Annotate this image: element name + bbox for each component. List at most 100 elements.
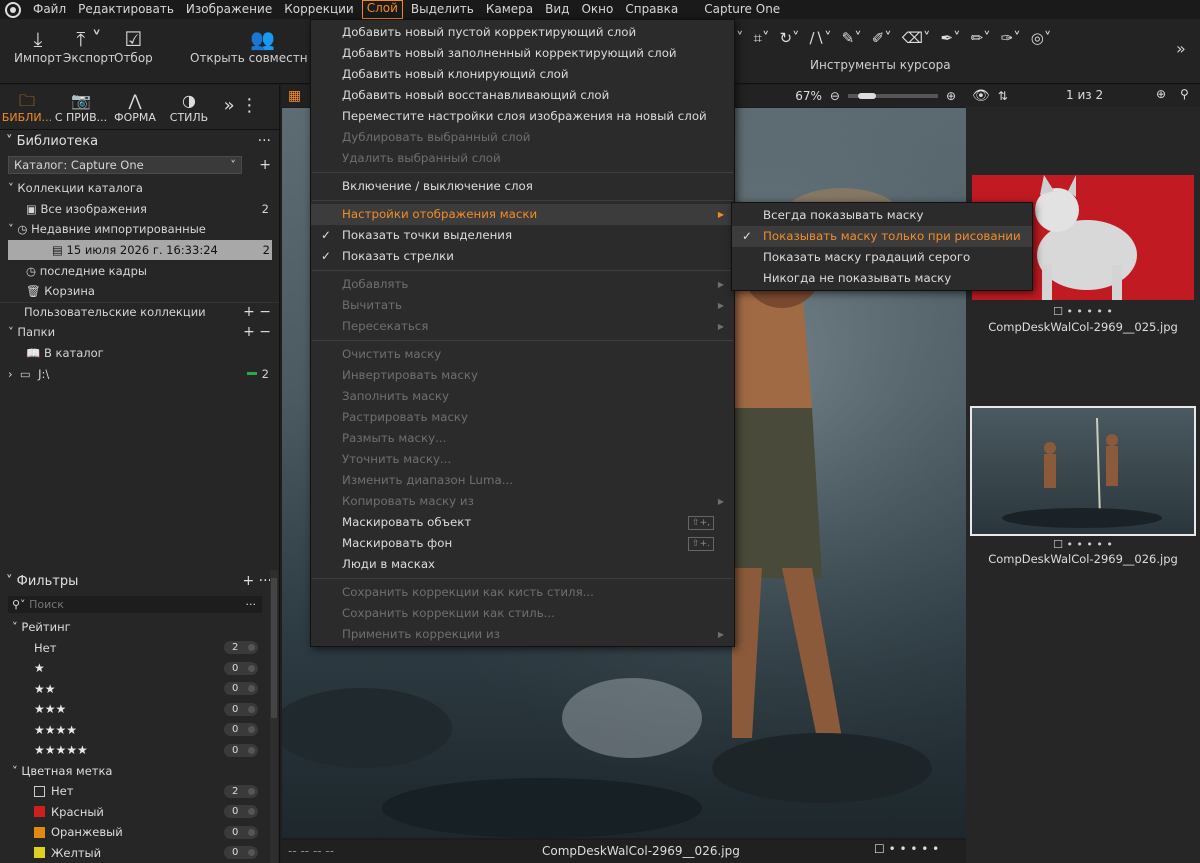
layer-menu-item[interactable]: Добавить новый заполненный корректирующи… (311, 43, 734, 64)
cursor-tools-label: Инструменты курсора (810, 58, 951, 72)
menu-8[interactable]: Вид (539, 0, 575, 19)
layer-menu-item[interactable]: Добавить новый клонирующий слой (311, 64, 734, 85)
mask-submenu-item[interactable]: Никогда не показывать маску (732, 268, 1032, 289)
menu-3[interactable]: Изображение (180, 0, 278, 19)
grid-icon[interactable]: ▦ (288, 88, 301, 104)
picker-tool-icon[interactable]: ✑˅ (1001, 29, 1021, 47)
add-remove-icon[interactable]: + − (243, 324, 271, 340)
menu-9[interactable]: Окно (575, 0, 619, 19)
layer-menu-item[interactable]: Настройки отображения маски ▶ (311, 204, 734, 225)
rating-dots[interactable]: ☐ • • • • • (874, 842, 939, 856)
recent-imports-row[interactable]: ˅ ◷ Недавние импортированные (0, 219, 279, 240)
layer-menu-item[interactable]: ✓ Показать точки выделения (311, 225, 734, 246)
menu-6[interactable]: Выделить (405, 0, 480, 19)
export-button[interactable]: ⤒ ˅ Экспорт (63, 27, 115, 65)
menu-4[interactable]: Коррекции (278, 0, 360, 19)
color-filter-row[interactable]: Красный 0 (0, 802, 280, 823)
layer-menu-item[interactable]: Люди в масках (311, 554, 734, 575)
color-filter-row[interactable]: Нет 2 (0, 781, 280, 802)
share-button[interactable]: 👥 Открыть совместный д (190, 27, 308, 65)
rotate-tool-icon[interactable]: ↻˅ (779, 29, 799, 47)
tab-capture[interactable]: 📷 С ПРИВ... (54, 85, 108, 129)
library-header[interactable]: ˅ Библиотека ··· (0, 130, 279, 152)
menu-5[interactable]: Слой (361, 0, 403, 19)
filter-search-input[interactable]: ⚲˅ Поиск ··· (8, 596, 262, 613)
toolbar-overflow-icon[interactable]: » (1176, 39, 1186, 58)
spot-tool-icon[interactable]: ✎˅ (842, 29, 862, 47)
rating-header[interactable]: ˅ Рейтинг (0, 617, 280, 638)
chevron-down-icon[interactable]: ˅ (736, 29, 744, 47)
gradient-tool-icon[interactable]: ✏˅ (971, 29, 991, 47)
folders-row[interactable]: ˅ Папки + − (0, 322, 279, 343)
tab-library[interactable]: 🗀 БИБЛИ... (0, 85, 54, 129)
zoom-slider-handle[interactable] (857, 93, 876, 99)
clock-icon: ◷ (17, 222, 32, 237)
more-icon[interactable]: ··· (246, 598, 257, 611)
layer-menu-item[interactable]: Включение / выключение слоя (311, 176, 734, 197)
menu-1[interactable]: Файл (27, 0, 72, 19)
user-collections-row[interactable]: Пользовательские коллекции + − (0, 301, 279, 323)
color-header[interactable]: ˅ Цветная метка (0, 761, 280, 782)
rating-filter-row[interactable]: ★★★ 0 (0, 699, 280, 720)
mask-submenu-item[interactable]: Всегда показывать маску (732, 205, 1032, 226)
eye-icon[interactable]: 👁 (972, 88, 990, 104)
keystone-tool-icon[interactable]: ∕∖˅ (810, 29, 832, 47)
import-button[interactable]: ⤓ Импорт (14, 27, 62, 65)
color-tool-icon[interactable]: ◎˅ (1031, 29, 1052, 47)
import-date-row[interactable]: ▤ 15 июля 2026 г. 16:33:24 2 (8, 239, 272, 261)
select-button[interactable]: ☑ Отбор (114, 27, 153, 65)
thumbnail-1-rating[interactable]: ☐ • • • • • (966, 305, 1200, 318)
sort-icon[interactable]: ⇅ (998, 89, 1008, 103)
catalog-select[interactable]: Каталог: Capture One ˅ (8, 156, 242, 174)
filters-scrollbar[interactable] (270, 570, 278, 863)
heal-tool-icon[interactable]: ✐˅ (872, 29, 892, 47)
zoom-slider[interactable] (847, 93, 938, 99)
brush-tool-icon[interactable]: ✒˅ (941, 29, 961, 47)
zoom-in-icon[interactable]: ⊕ (946, 89, 956, 103)
rating-filter-row[interactable]: Нет 2 (0, 638, 280, 659)
menu-10[interactable]: Справка (619, 0, 684, 19)
thumbnail-2[interactable] (970, 406, 1196, 536)
add-catalog-button[interactable]: + (259, 157, 271, 173)
recent-captures-row[interactable]: ◷ последние кадры (0, 260, 279, 281)
search-icon[interactable]: ⚲ (1180, 87, 1189, 101)
rating-filter-row[interactable]: ★★ 0 (0, 679, 280, 700)
layer-menu-item: Растрировать маску (311, 407, 734, 428)
in-catalog-row[interactable]: 📖 В каталог (0, 343, 279, 364)
add-remove-icon[interactable]: + − (243, 304, 271, 320)
add-filter-icon[interactable]: + ··· (242, 573, 272, 589)
filters-header[interactable]: ˅ Фильтры + ··· (0, 570, 280, 592)
color-filter-row[interactable]: Оранжевый 0 (0, 822, 280, 843)
more-icon[interactable]: ··· (258, 133, 271, 149)
rating-filter-row[interactable]: ★★★★★ 0 (0, 740, 280, 761)
rating-filter-row[interactable]: ★ 0 (0, 658, 280, 679)
color-filter-row[interactable]: Желтый 0 (0, 843, 280, 863)
layer-menu-item[interactable]: Добавить новый пустой корректирующий сло… (311, 22, 734, 43)
trash-row[interactable]: 🗑 Корзина (0, 281, 279, 302)
zoom-out-icon[interactable]: ⊖ (830, 89, 840, 103)
mask-submenu-item[interactable]: Показать маску градаций серого (732, 247, 1032, 268)
catalog-collections-row[interactable]: ˅ Коллекции каталога (0, 178, 279, 199)
layer-menu-item: Сохранить коррекции как стиль... (311, 603, 734, 624)
eraser-tool-icon[interactable]: ⌫˅ (902, 29, 931, 47)
layer-menu-item[interactable]: Маскировать объект ⇧+, (311, 512, 734, 533)
tab-shape[interactable]: ⋀ ФОРМА (108, 85, 162, 129)
menu-2[interactable]: Редактировать (72, 0, 180, 19)
rating-filter-row[interactable]: ★★★★ 0 (0, 720, 280, 741)
more-tabs-icon[interactable]: » ⋮ (216, 85, 266, 129)
layer-menu-item[interactable]: ✓ Показать стрелки (311, 246, 734, 267)
library-title: Библиотека (16, 133, 99, 149)
layer-menu-item[interactable]: Переместите настройки слоя изображения н… (311, 106, 734, 127)
trash-label: Корзина (44, 284, 95, 299)
crop-tool-icon[interactable]: ⌗˅ (754, 29, 770, 47)
layer-menu-item[interactable]: Маскировать фон ⇧+. (311, 533, 734, 554)
all-images-row[interactable]: ▣ Все изображения 2 (0, 199, 279, 220)
thumbnail-2-rating[interactable]: ☐ • • • • • (966, 538, 1200, 551)
folders-label: Папки (17, 325, 56, 340)
mask-submenu-item[interactable]: ✓ Показывать маску только при рисовании (732, 226, 1032, 247)
drive-row[interactable]: › ▭ J:\ 2 (0, 363, 279, 384)
layer-menu-item[interactable]: Добавить новый восстанавливающий слой (311, 85, 734, 106)
zoom-icon[interactable]: ⊕ (1156, 87, 1166, 101)
tab-style[interactable]: ◑ СТИЛЬ (162, 85, 216, 129)
menu-7[interactable]: Камера (480, 0, 539, 19)
